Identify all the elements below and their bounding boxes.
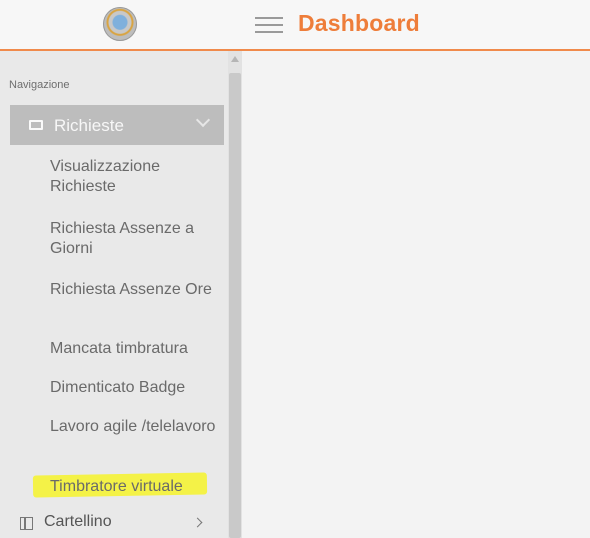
top-bar: Dashboard [0,0,590,51]
chevron-right-icon [192,517,203,528]
municipal-seal-logo[interactable] [103,7,137,41]
sidebar-item-richiesta-assenze-giorni[interactable]: Richiesta Assenze a Giorni [50,219,220,259]
sidebar-item-dimenticato-badge[interactable]: Dimenticato Badge [50,378,220,398]
sidebar-item-mancata-timbratura[interactable]: Mancata timbratura [50,339,220,359]
page-title: Dashboard [298,10,420,36]
card-icon [29,120,43,130]
sidebar-item-label: Cartellino [44,513,112,530]
sidebar-item-richiesta-assenze-ore[interactable]: Richiesta Assenze Ore [50,280,220,300]
sidebar-group-richieste[interactable]: Richieste [10,105,224,145]
scroll-up-arrow-icon[interactable] [231,56,239,62]
sidebar-item-timbratore-virtuale[interactable]: Timbratore virtuale [50,477,220,497]
chevron-down-icon [195,112,211,128]
book-icon [20,517,33,530]
sidebar-item-lavoro-agile[interactable]: Lavoro agile /telelavoro [50,417,220,437]
hamburger-menu-icon[interactable] [255,17,283,33]
sidebar-group-label: Richieste [54,116,124,135]
sidebar-item-cartellino[interactable]: Cartellino [20,513,225,537]
navigation-heading: Navigazione [9,79,70,91]
main-content [242,51,590,538]
sidebar-scrollbar[interactable] [228,51,242,538]
scrollbar-thumb[interactable] [229,73,241,538]
sidebar-item-visualizzazione-richieste[interactable]: Visualizzazione Richieste [50,157,220,197]
